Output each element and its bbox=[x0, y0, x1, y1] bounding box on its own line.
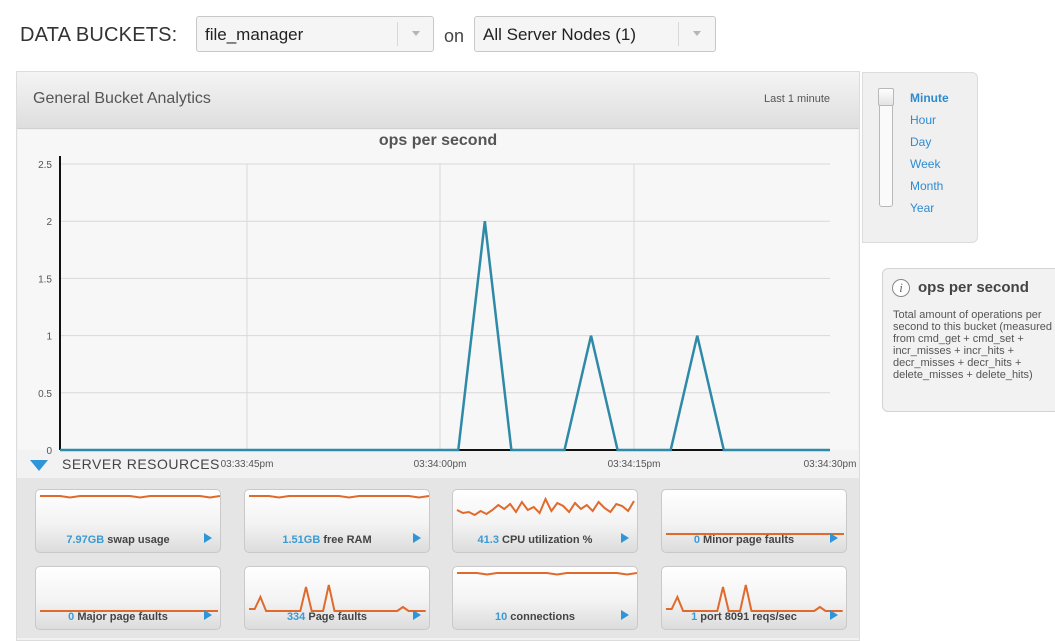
zoom-slider-track[interactable] bbox=[879, 89, 893, 207]
zoom-option-minute[interactable]: Minute bbox=[910, 91, 949, 105]
triangle-down-icon[interactable] bbox=[30, 460, 48, 472]
play-arrow-icon[interactable] bbox=[204, 533, 212, 543]
resource-value: 41.3 bbox=[478, 534, 499, 546]
zoom-slider-handle[interactable] bbox=[878, 88, 894, 106]
y-tick-label: 2.5 bbox=[38, 160, 52, 171]
y-tick-label: 1.5 bbox=[38, 274, 52, 285]
zoom-option-week[interactable]: Week bbox=[910, 157, 940, 171]
resource-label: CPU utilization % bbox=[499, 534, 593, 546]
sparkline-series bbox=[666, 585, 843, 611]
play-arrow-icon[interactable] bbox=[621, 533, 629, 543]
y-tick-label: 1 bbox=[46, 332, 52, 343]
resource-card[interactable]: 1 port 8091 reqs/sec bbox=[661, 566, 847, 630]
resource-caption: 0 Major page faults bbox=[36, 611, 200, 623]
info-title: ops per second bbox=[918, 279, 1029, 296]
resource-card[interactable]: 0 Major page faults bbox=[35, 566, 221, 630]
zoom-option-month[interactable]: Month bbox=[910, 179, 943, 193]
y-tick-label: 2 bbox=[46, 217, 52, 228]
sparkline-series bbox=[457, 573, 637, 575]
resource-label: Page faults bbox=[305, 611, 367, 623]
x-tick-label: 03:34:30pm bbox=[804, 459, 857, 470]
resource-caption: 41.3 CPU utilization % bbox=[453, 534, 617, 546]
resource-card[interactable]: 7.97GB swap usage bbox=[35, 489, 221, 553]
sparkline-series bbox=[249, 585, 426, 611]
play-arrow-icon[interactable] bbox=[204, 610, 212, 620]
resource-caption: 1.51GB free RAM bbox=[245, 534, 409, 546]
y-tick-label: 0 bbox=[46, 446, 52, 457]
play-arrow-icon[interactable] bbox=[830, 533, 838, 543]
zoom-option-hour[interactable]: Hour bbox=[910, 113, 936, 127]
sparkline-series bbox=[249, 496, 429, 498]
x-tick-label: 03:33:45pm bbox=[221, 459, 274, 470]
resource-label: swap usage bbox=[104, 534, 169, 546]
resource-caption: 10 connections bbox=[453, 611, 617, 623]
play-arrow-icon[interactable] bbox=[413, 533, 421, 543]
resource-card[interactable]: 41.3 CPU utilization % bbox=[452, 489, 638, 553]
resource-card[interactable]: 334 Page faults bbox=[244, 566, 430, 630]
resource-caption: 1 port 8091 reqs/sec bbox=[662, 611, 826, 623]
resource-label: connections bbox=[507, 611, 575, 623]
server-resources-toggle[interactable]: SERVER RESOURCES bbox=[62, 456, 220, 472]
x-tick-label: 03:34:15pm bbox=[608, 459, 661, 470]
resource-label: Minor page faults bbox=[700, 534, 794, 546]
resource-value: 10 bbox=[495, 611, 507, 623]
info-icon: i bbox=[892, 279, 910, 297]
resource-caption: 334 Page faults bbox=[245, 611, 409, 623]
play-arrow-icon[interactable] bbox=[830, 610, 838, 620]
resource-card[interactable]: 10 connections bbox=[452, 566, 638, 630]
resource-label: port 8091 reqs/sec bbox=[697, 611, 797, 623]
y-tick-label: 0.5 bbox=[38, 389, 52, 400]
resource-card[interactable]: 1.51GB free RAM bbox=[244, 489, 430, 553]
x-tick-label: 03:34:00pm bbox=[414, 459, 467, 470]
sparkline-series bbox=[40, 496, 220, 498]
zoom-option-year[interactable]: Year bbox=[910, 201, 934, 215]
info-description: Total amount of operations per second to… bbox=[893, 309, 1055, 381]
resource-value: 1.51GB bbox=[282, 534, 320, 546]
play-arrow-icon[interactable] bbox=[413, 610, 421, 620]
resource-card[interactable]: 0 Minor page faults bbox=[661, 489, 847, 553]
play-arrow-icon[interactable] bbox=[621, 610, 629, 620]
resource-caption: 7.97GB swap usage bbox=[36, 534, 200, 546]
resource-caption: 0 Minor page faults bbox=[662, 534, 826, 546]
resource-value: 334 bbox=[287, 611, 305, 623]
resource-value: 7.97GB bbox=[66, 534, 104, 546]
resource-label: Major page faults bbox=[74, 611, 168, 623]
resource-label: free RAM bbox=[320, 534, 371, 546]
zoom-option-day[interactable]: Day bbox=[910, 135, 931, 149]
sparkline-series bbox=[457, 499, 634, 515]
